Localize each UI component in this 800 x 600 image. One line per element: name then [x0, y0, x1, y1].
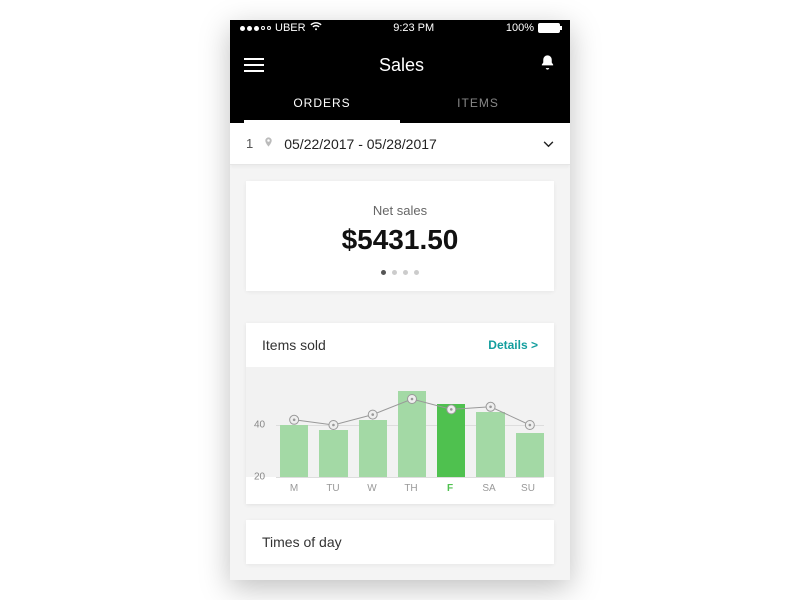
battery-icon	[538, 23, 560, 33]
net-sales-card[interactable]: Net sales $5431.50	[246, 181, 554, 291]
items-sold-card: Items sold Details > 2040 MTUWTHFSASU	[246, 323, 554, 504]
app-header: Sales ORDERS ITEMS	[230, 36, 570, 123]
wifi-icon	[310, 22, 322, 34]
net-sales-value: $5431.50	[256, 224, 544, 256]
tab-orders[interactable]: ORDERS	[244, 84, 400, 123]
signal-dots-icon	[240, 26, 271, 31]
pager-dots	[256, 270, 544, 275]
date-range: 05/22/2017 - 05/28/2017	[284, 136, 533, 152]
times-of-day-title: Times of day	[246, 520, 554, 564]
app-screen: UBER 9:23 PM 100% Sales ORDERS ITEMS 1	[230, 20, 570, 580]
clock: 9:23 PM	[393, 22, 434, 34]
times-of-day-card[interactable]: Times of day	[246, 520, 554, 564]
net-sales-label: Net sales	[256, 203, 544, 218]
details-link[interactable]: Details >	[488, 338, 538, 352]
battery-percent: 100%	[506, 22, 534, 34]
pin-icon	[263, 135, 274, 152]
status-bar: UBER 9:23 PM 100%	[230, 20, 570, 36]
page-title: Sales	[379, 55, 424, 76]
items-sold-title: Items sold	[262, 337, 326, 353]
date-picker-row[interactable]: 1 05/22/2017 - 05/28/2017	[230, 123, 570, 165]
bell-icon[interactable]	[539, 54, 556, 76]
items-sold-chart: 2040	[246, 367, 554, 477]
tab-items[interactable]: ITEMS	[400, 84, 556, 123]
carrier-label: UBER	[275, 22, 306, 34]
chevron-down-icon	[543, 137, 554, 151]
tabs: ORDERS ITEMS	[244, 84, 556, 123]
location-count: 1	[246, 136, 253, 151]
chart-x-axis: MTUWTHFSASU	[246, 477, 554, 504]
menu-icon[interactable]	[244, 58, 264, 72]
